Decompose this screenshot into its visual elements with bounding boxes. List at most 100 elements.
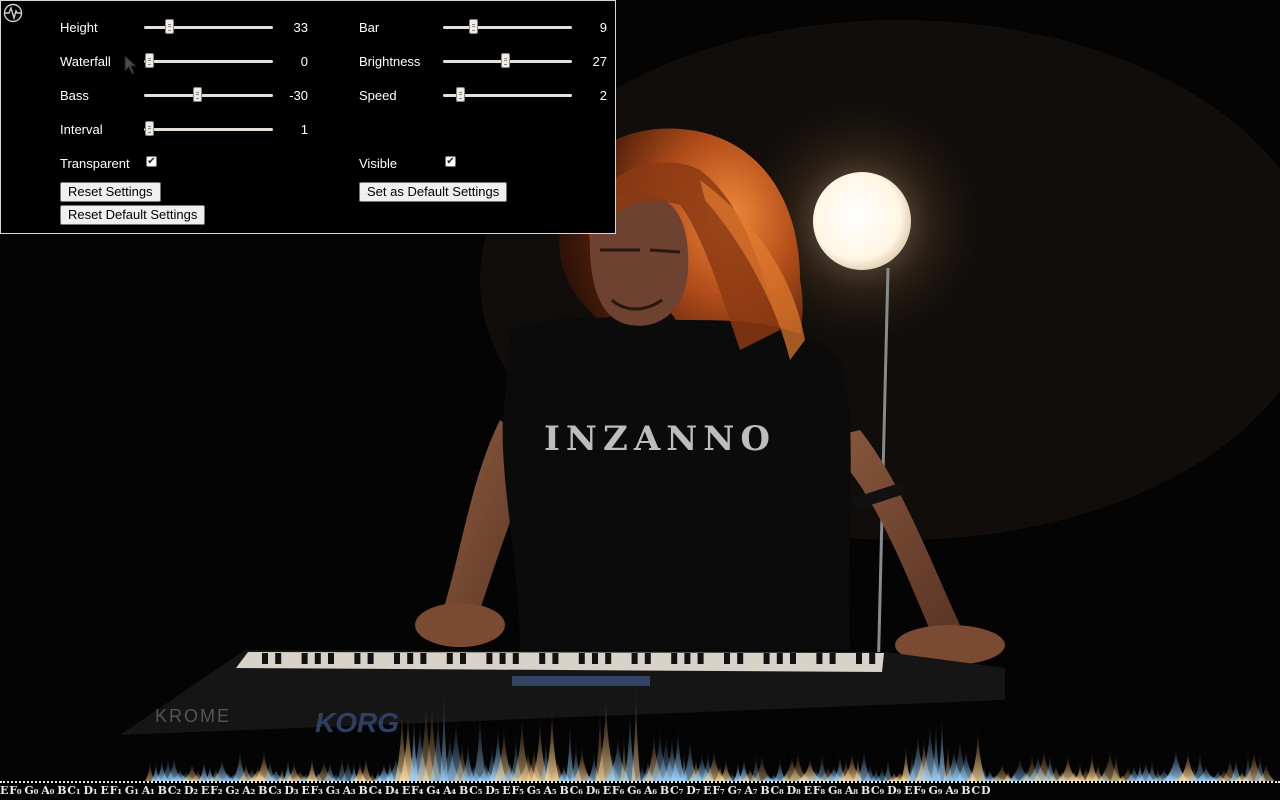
note-label: A₅: [543, 784, 557, 797]
note-label: F₇: [712, 784, 725, 797]
note-label: B: [157, 784, 167, 797]
speed-slider[interactable]: [443, 87, 572, 102]
note-label: E: [703, 784, 712, 797]
interval-slider[interactable]: [144, 121, 273, 136]
note-label: C₃: [268, 784, 282, 797]
note-label: A₂: [242, 784, 256, 797]
note-label: B: [760, 784, 770, 797]
note-label: B: [961, 784, 971, 797]
interval-value: 1: [300, 122, 308, 137]
note-label: G₉: [928, 784, 943, 797]
reset-settings-button[interactable]: Reset Settings: [60, 182, 161, 202]
speed-slider-row: Speed 2: [1, 86, 613, 104]
note-label: E: [904, 784, 913, 797]
note-label: E: [602, 784, 611, 797]
note-label: D₂: [183, 784, 198, 797]
note-label: F₅: [511, 784, 524, 797]
note-label: B: [358, 784, 368, 797]
note-label: B: [258, 784, 268, 797]
visible-label: Visible: [359, 156, 398, 171]
keyboard-model-label: KROME: [155, 706, 231, 726]
note-label: A₁: [141, 784, 155, 797]
visible-checkbox[interactable]: ✔: [445, 156, 456, 167]
note-label: G₀: [24, 784, 39, 797]
note-label: C₆: [569, 784, 583, 797]
brightness-slider-thumb[interactable]: [500, 53, 510, 68]
note-label: A₃: [342, 784, 356, 797]
note-label: A₇: [744, 784, 758, 797]
bar-slider-thumb[interactable]: [468, 19, 478, 34]
interval-label: Interval: [60, 122, 103, 137]
bar-slider[interactable]: [443, 19, 572, 34]
mouse-pointer-icon: [124, 55, 138, 75]
note-label: G₃: [325, 784, 340, 797]
interval-slider-thumb[interactable]: [145, 121, 155, 136]
note-label: E: [100, 784, 109, 797]
note-label: C₉: [870, 784, 885, 797]
note-label: C₄: [368, 784, 382, 797]
note-label: E: [301, 784, 310, 797]
bar-value: 9: [599, 20, 607, 35]
note-label: E: [200, 784, 210, 797]
note-label: G₆: [627, 784, 641, 797]
brightness-value: 27: [592, 54, 607, 69]
note-label: B: [860, 784, 870, 797]
note-label: B: [57, 784, 67, 797]
note-label: F₃: [310, 784, 323, 797]
note-label: F₄: [411, 784, 424, 797]
settings-panel: Height 33 Bar 9 Waterfall 0 Brightness 27 Bass -3…: [0, 0, 616, 234]
note-label: F₈: [812, 784, 826, 797]
note-label: E: [502, 784, 511, 797]
speed-slider-thumb[interactable]: [455, 87, 465, 102]
note-label: A₈: [844, 784, 858, 797]
note-label: G₄: [426, 784, 441, 797]
note-label: B: [559, 784, 569, 797]
note-label: F₆: [611, 784, 625, 797]
note-label: C₅: [469, 784, 483, 797]
note-label: E: [401, 784, 410, 797]
note-label: D₅: [485, 784, 500, 797]
note-label: D₃: [284, 784, 299, 797]
reset-default-settings-button[interactable]: Reset Default Settings: [60, 205, 206, 225]
note-label: A₀: [41, 784, 55, 797]
note-label: A₉: [945, 784, 959, 797]
note-label: G₂: [225, 784, 240, 797]
note-label: B: [659, 784, 670, 797]
brightness-label: Brightness: [359, 54, 421, 69]
lamp: [813, 172, 911, 270]
note-label: D: [980, 784, 991, 797]
brightness-slider-row: Brightness 27: [1, 52, 613, 70]
note-label: C: [971, 784, 980, 797]
note-label: D₄: [384, 784, 399, 797]
note-label: F₀: [9, 784, 22, 797]
note-label: E: [0, 784, 9, 797]
note-label: A₄: [443, 784, 456, 797]
note-label: D₆: [585, 784, 600, 797]
speed-label: Speed: [359, 88, 397, 103]
brightness-slider[interactable]: [443, 53, 572, 68]
note-label: E: [803, 784, 812, 797]
note-label: G₅: [526, 784, 541, 797]
note-label: C₁: [67, 784, 81, 797]
visible-row: Visible ✔: [1, 154, 601, 172]
note-label: C₇: [670, 784, 684, 797]
note-labels-bar: EF₀ G₀ A₀ BC₁ D₁ EF₁ G₁ A₁ BC₂ D₂ EF₂ G₂ A₂ BC₃ D₃ EF₃ G…: [0, 781, 1280, 800]
bar-label: Bar: [359, 20, 380, 35]
note-label: F₉: [913, 784, 926, 797]
note-label: C₈: [770, 784, 784, 797]
keyboard-brand-label: KORG: [315, 707, 399, 738]
bar-slider-row: Bar 9: [1, 18, 613, 36]
note-label: C₂: [167, 784, 181, 797]
note-label: D₇: [686, 784, 701, 797]
set-default-settings-button[interactable]: Set as Default Settings: [359, 182, 508, 202]
note-label: D₁: [83, 784, 98, 797]
note-label: G₁: [124, 784, 139, 797]
note-label: B: [459, 784, 469, 797]
note-label: D₉: [887, 784, 902, 797]
shirt-logo: INZANNO: [544, 419, 776, 459]
note-label: A₆: [643, 784, 657, 797]
note-label: F₂: [210, 784, 223, 797]
note-label: D₈: [786, 784, 801, 797]
interval-slider-row: Interval 1: [1, 120, 613, 138]
note-label: F₁: [109, 784, 122, 797]
